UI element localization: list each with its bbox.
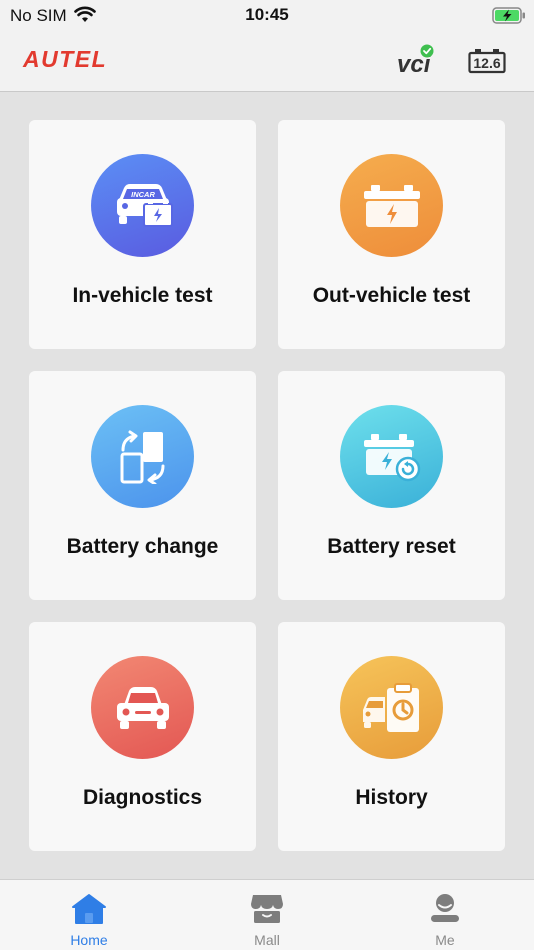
home-icon: [71, 892, 107, 931]
status-bar: No SIM 10:45: [0, 0, 534, 30]
tab-me[interactable]: Me: [356, 880, 534, 950]
tile-diagnostics[interactable]: Diagnostics: [29, 622, 256, 851]
battery-voltage-icon[interactable]: 12.6: [468, 48, 506, 79]
tile-label: Diagnostics: [82, 786, 203, 809]
tile-battery-change[interactable]: Battery change: [29, 371, 256, 600]
battery-icon: [340, 154, 443, 257]
car-battery-icon: INCAR: [91, 154, 194, 257]
tab-label: Home: [70, 932, 108, 948]
tab-mall[interactable]: Mall: [178, 880, 356, 950]
svg-text:12.6: 12.6: [473, 55, 500, 71]
battery-charging-icon: [492, 7, 526, 29]
battery-reset-icon: [340, 405, 443, 508]
tab-label: Me: [435, 932, 455, 948]
app-header: AUTEL vci 12.6: [0, 30, 534, 92]
history-clipboard-icon: [340, 656, 443, 759]
car-icon: [91, 656, 194, 759]
tile-out-vehicle-test[interactable]: Out-vehicle test: [278, 120, 505, 349]
tile-label: Out-vehicle test: [312, 284, 471, 307]
store-icon: [249, 892, 285, 931]
function-grid: INCAR In-vehicle test Out-vehicle test B…: [0, 92, 534, 879]
tile-in-vehicle-test[interactable]: INCAR In-vehicle test: [29, 120, 256, 349]
tile-label: Battery reset: [327, 535, 456, 558]
user-icon: [427, 892, 463, 931]
battery-swap-icon: [91, 405, 194, 508]
tile-label: History: [355, 786, 428, 809]
tab-label: Mall: [254, 932, 280, 948]
autel-logo: AUTEL: [22, 46, 136, 76]
clock: 10:45: [245, 5, 289, 24]
bottom-tab-bar: Home Mall Me: [0, 879, 534, 950]
tab-home[interactable]: Home: [0, 880, 178, 950]
tile-battery-reset[interactable]: Battery reset: [278, 371, 505, 600]
svg-text:AUTEL: AUTEL: [22, 47, 107, 71]
tile-label: Battery change: [66, 535, 219, 558]
tile-label: In-vehicle test: [72, 284, 213, 307]
svg-text:INCAR: INCAR: [131, 190, 155, 199]
tile-history[interactable]: History: [278, 622, 505, 851]
vci-connection-icon[interactable]: vci: [396, 44, 436, 79]
